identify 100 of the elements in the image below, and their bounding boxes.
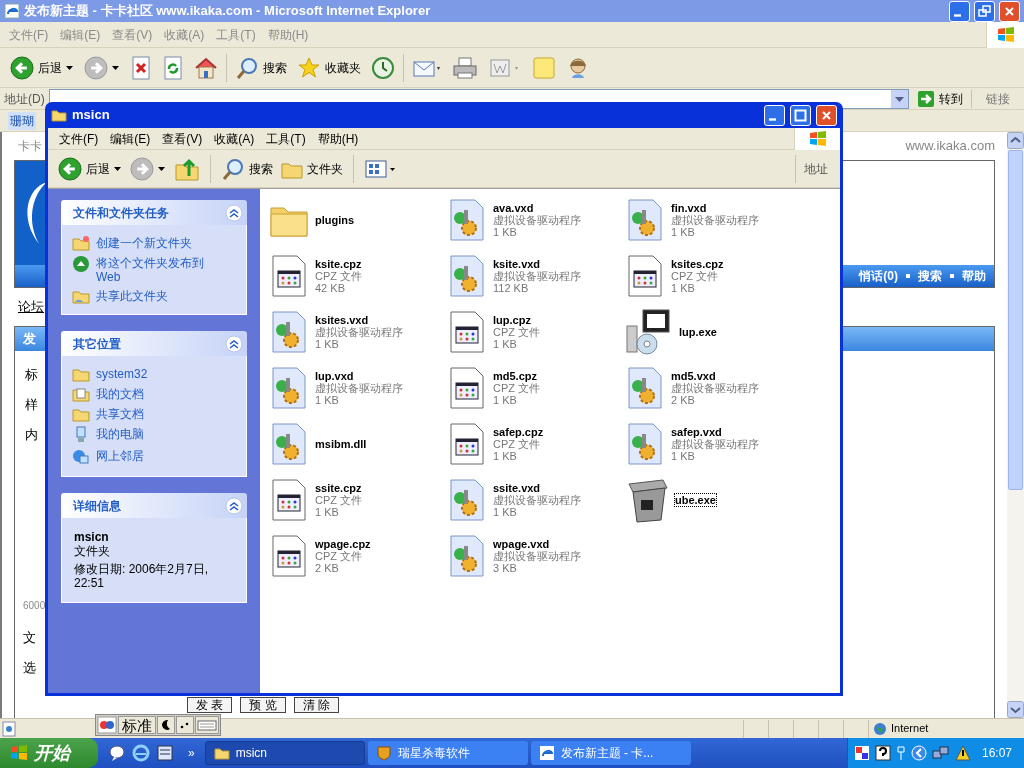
file-size: 1 KB — [671, 226, 696, 238]
minimize-button[interactable] — [764, 104, 785, 126]
caret-icon[interactable] — [66, 64, 74, 71]
file-size: 1 KB — [671, 450, 696, 462]
file-item[interactable]: ksite.cpz CPZ 文件 42 KB — [269, 248, 447, 304]
file-item[interactable]: md5.vxd 虚拟设备驱动程序 2 KB — [625, 360, 803, 416]
help-icon[interactable] — [874, 745, 891, 761]
overflow-button[interactable]: » — [180, 744, 195, 762]
form-button[interactable]: 预 览 — [240, 697, 286, 713]
minimize-button[interactable] — [949, 0, 970, 22]
form-button[interactable]: 清 除 — [293, 697, 340, 713]
favorites-button[interactable]: 收藏夹 — [295, 51, 363, 84]
maximize-button[interactable] — [974, 0, 995, 22]
nav-link[interactable]: 帮助 — [962, 267, 986, 285]
nav-link[interactable]: 悄话(0) — [859, 267, 898, 285]
nav-link[interactable]: 搜索 — [918, 267, 942, 285]
task-link[interactable]: system32 — [72, 366, 236, 382]
task-link[interactable]: 创建一个新文件夹 — [72, 235, 236, 251]
task-link[interactable]: 将这个文件夹发布到 Web — [72, 255, 236, 284]
file-item[interactable]: md5.cpz CPZ 文件 1 KB — [447, 360, 625, 416]
collapse-chevron-icon[interactable] — [225, 496, 243, 515]
task-link[interactable]: 网上邻居 — [72, 448, 236, 466]
globe-icon — [873, 721, 887, 736]
caret-icon[interactable] — [114, 165, 122, 172]
menu-item[interactable]: 收藏(A) — [209, 129, 260, 148]
chevron-left-icon[interactable] — [910, 745, 927, 761]
ime-logo-icon[interactable] — [97, 716, 117, 734]
file-item[interactable]: ksite.vxd 虚拟设备驱动程序 112 KB — [447, 248, 625, 304]
folders-button[interactable]: 文件夹 — [279, 153, 345, 184]
file-item[interactable]: safep.vxd 虚拟设备驱动程序 1 KB — [625, 416, 803, 472]
menu-item[interactable]: 帮助(H) — [312, 129, 364, 148]
windows-flag-icon — [8, 743, 30, 763]
breadcrumb-link[interactable]: 论坛 — [18, 297, 44, 317]
menu-item[interactable]: 编辑(E) — [105, 129, 156, 148]
menu-item[interactable]: 查看(V) — [157, 129, 208, 148]
desktop-icon[interactable] — [156, 744, 174, 762]
scroll-up-icon[interactable] — [1007, 132, 1024, 149]
maximize-button[interactable] — [790, 104, 811, 126]
taskbar-button[interactable]: 发布新主题 - 卡... — [530, 741, 691, 765]
search-icon[interactable] — [235, 55, 259, 80]
search-icon[interactable] — [221, 156, 245, 181]
panel-header[interactable]: 其它位置 — [61, 331, 247, 356]
ie-logo-icon — [538, 745, 555, 761]
file-name: ksite.cpz — [315, 258, 362, 270]
file-item[interactable]: fin.vxd 虚拟设备驱动程序 1 KB — [625, 192, 803, 248]
go-button[interactable]: 转到 — [913, 89, 967, 108]
file-name: md5.cpz — [493, 370, 537, 382]
scrollbar[interactable] — [1007, 132, 1024, 718]
file-item[interactable]: wpage.cpz CPZ 文件 2 KB — [269, 528, 447, 584]
file-type: CPZ 文件 — [315, 494, 363, 506]
file-item[interactable]: ksites.vxd 虚拟设备驱动程序 1 KB — [269, 304, 447, 360]
ie-logo-icon[interactable] — [132, 744, 150, 762]
caret-icon[interactable] — [112, 64, 120, 71]
caret-icon[interactable] — [158, 165, 166, 172]
taskbar-button[interactable]: msicn — [204, 741, 365, 765]
close-button[interactable] — [999, 0, 1020, 22]
network-icon[interactable] — [931, 745, 950, 761]
star-icon[interactable] — [297, 55, 321, 80]
form-button[interactable]: 发 表 — [187, 697, 233, 713]
half-moon-icon[interactable] — [157, 716, 175, 734]
task-link[interactable]: 共享此文件夹 — [72, 288, 236, 304]
search-button[interactable]: 搜索 — [233, 51, 289, 84]
warning-icon[interactable] — [954, 745, 971, 761]
colorful-app-icon[interactable] — [853, 745, 870, 761]
file-item[interactable]: safep.cpz CPZ 文件 1 KB — [447, 416, 625, 472]
ime-mode-button[interactable]: 标准 — [118, 716, 156, 734]
file-item[interactable]: lup.exe — [625, 304, 803, 360]
file-item[interactable]: ava.vxd 虚拟设备驱动程序 1 KB — [447, 192, 625, 248]
scroll-down-icon[interactable] — [1007, 701, 1024, 718]
punctuation-icon[interactable] — [176, 716, 194, 734]
panel-header[interactable]: 文件和文件夹任务 — [61, 200, 247, 225]
panel-header[interactable]: 详细信息 — [61, 493, 247, 518]
menu-item[interactable]: 文件(F) — [54, 129, 104, 148]
links-button[interactable]: 链接 — [976, 89, 1020, 108]
scroll-thumb[interactable] — [1008, 150, 1023, 490]
menu-item[interactable]: 工具(T) — [261, 129, 311, 148]
speech-bubble-icon[interactable] — [108, 744, 126, 762]
back-button[interactable]: 后退 — [56, 153, 124, 184]
file-item[interactable]: msibm.dll — [269, 416, 447, 472]
file-item[interactable]: ssite.cpz CPZ 文件 1 KB — [269, 472, 447, 528]
file-item[interactable]: ksites.cpz CPZ 文件 1 KB — [625, 248, 803, 304]
task-link[interactable]: 共享文档 — [72, 406, 236, 422]
task-link[interactable]: 我的电脑 — [72, 426, 236, 444]
file-item[interactable]: lup.cpz CPZ 文件 1 KB — [447, 304, 625, 360]
collapse-chevron-icon[interactable] — [225, 334, 243, 353]
file-item[interactable]: ssite.vxd 虚拟设备驱动程序 1 KB — [447, 472, 625, 528]
task-link[interactable]: 我的文档 — [72, 386, 236, 402]
close-button[interactable] — [816, 104, 837, 126]
pin-icon[interactable] — [895, 745, 906, 761]
form-label: 标 — [25, 366, 38, 383]
file-item[interactable]: wpage.vxd 虚拟设备驱动程序 3 KB — [447, 528, 625, 584]
collapse-chevron-icon[interactable] — [225, 203, 243, 222]
search-button[interactable]: 搜索 — [219, 153, 275, 184]
start-button[interactable]: 开始 — [0, 738, 98, 768]
file-item[interactable]: ube.exe — [625, 472, 803, 528]
back-button[interactable]: 后退 — [8, 51, 76, 84]
link-item[interactable]: 珊瑚 — [8, 111, 36, 130]
taskbar-button[interactable]: 瑞星杀毒软件 — [367, 741, 528, 765]
file-item[interactable]: plugins — [269, 192, 447, 248]
file-item[interactable]: lup.vxd 虚拟设备驱动程序 1 KB — [269, 360, 447, 416]
